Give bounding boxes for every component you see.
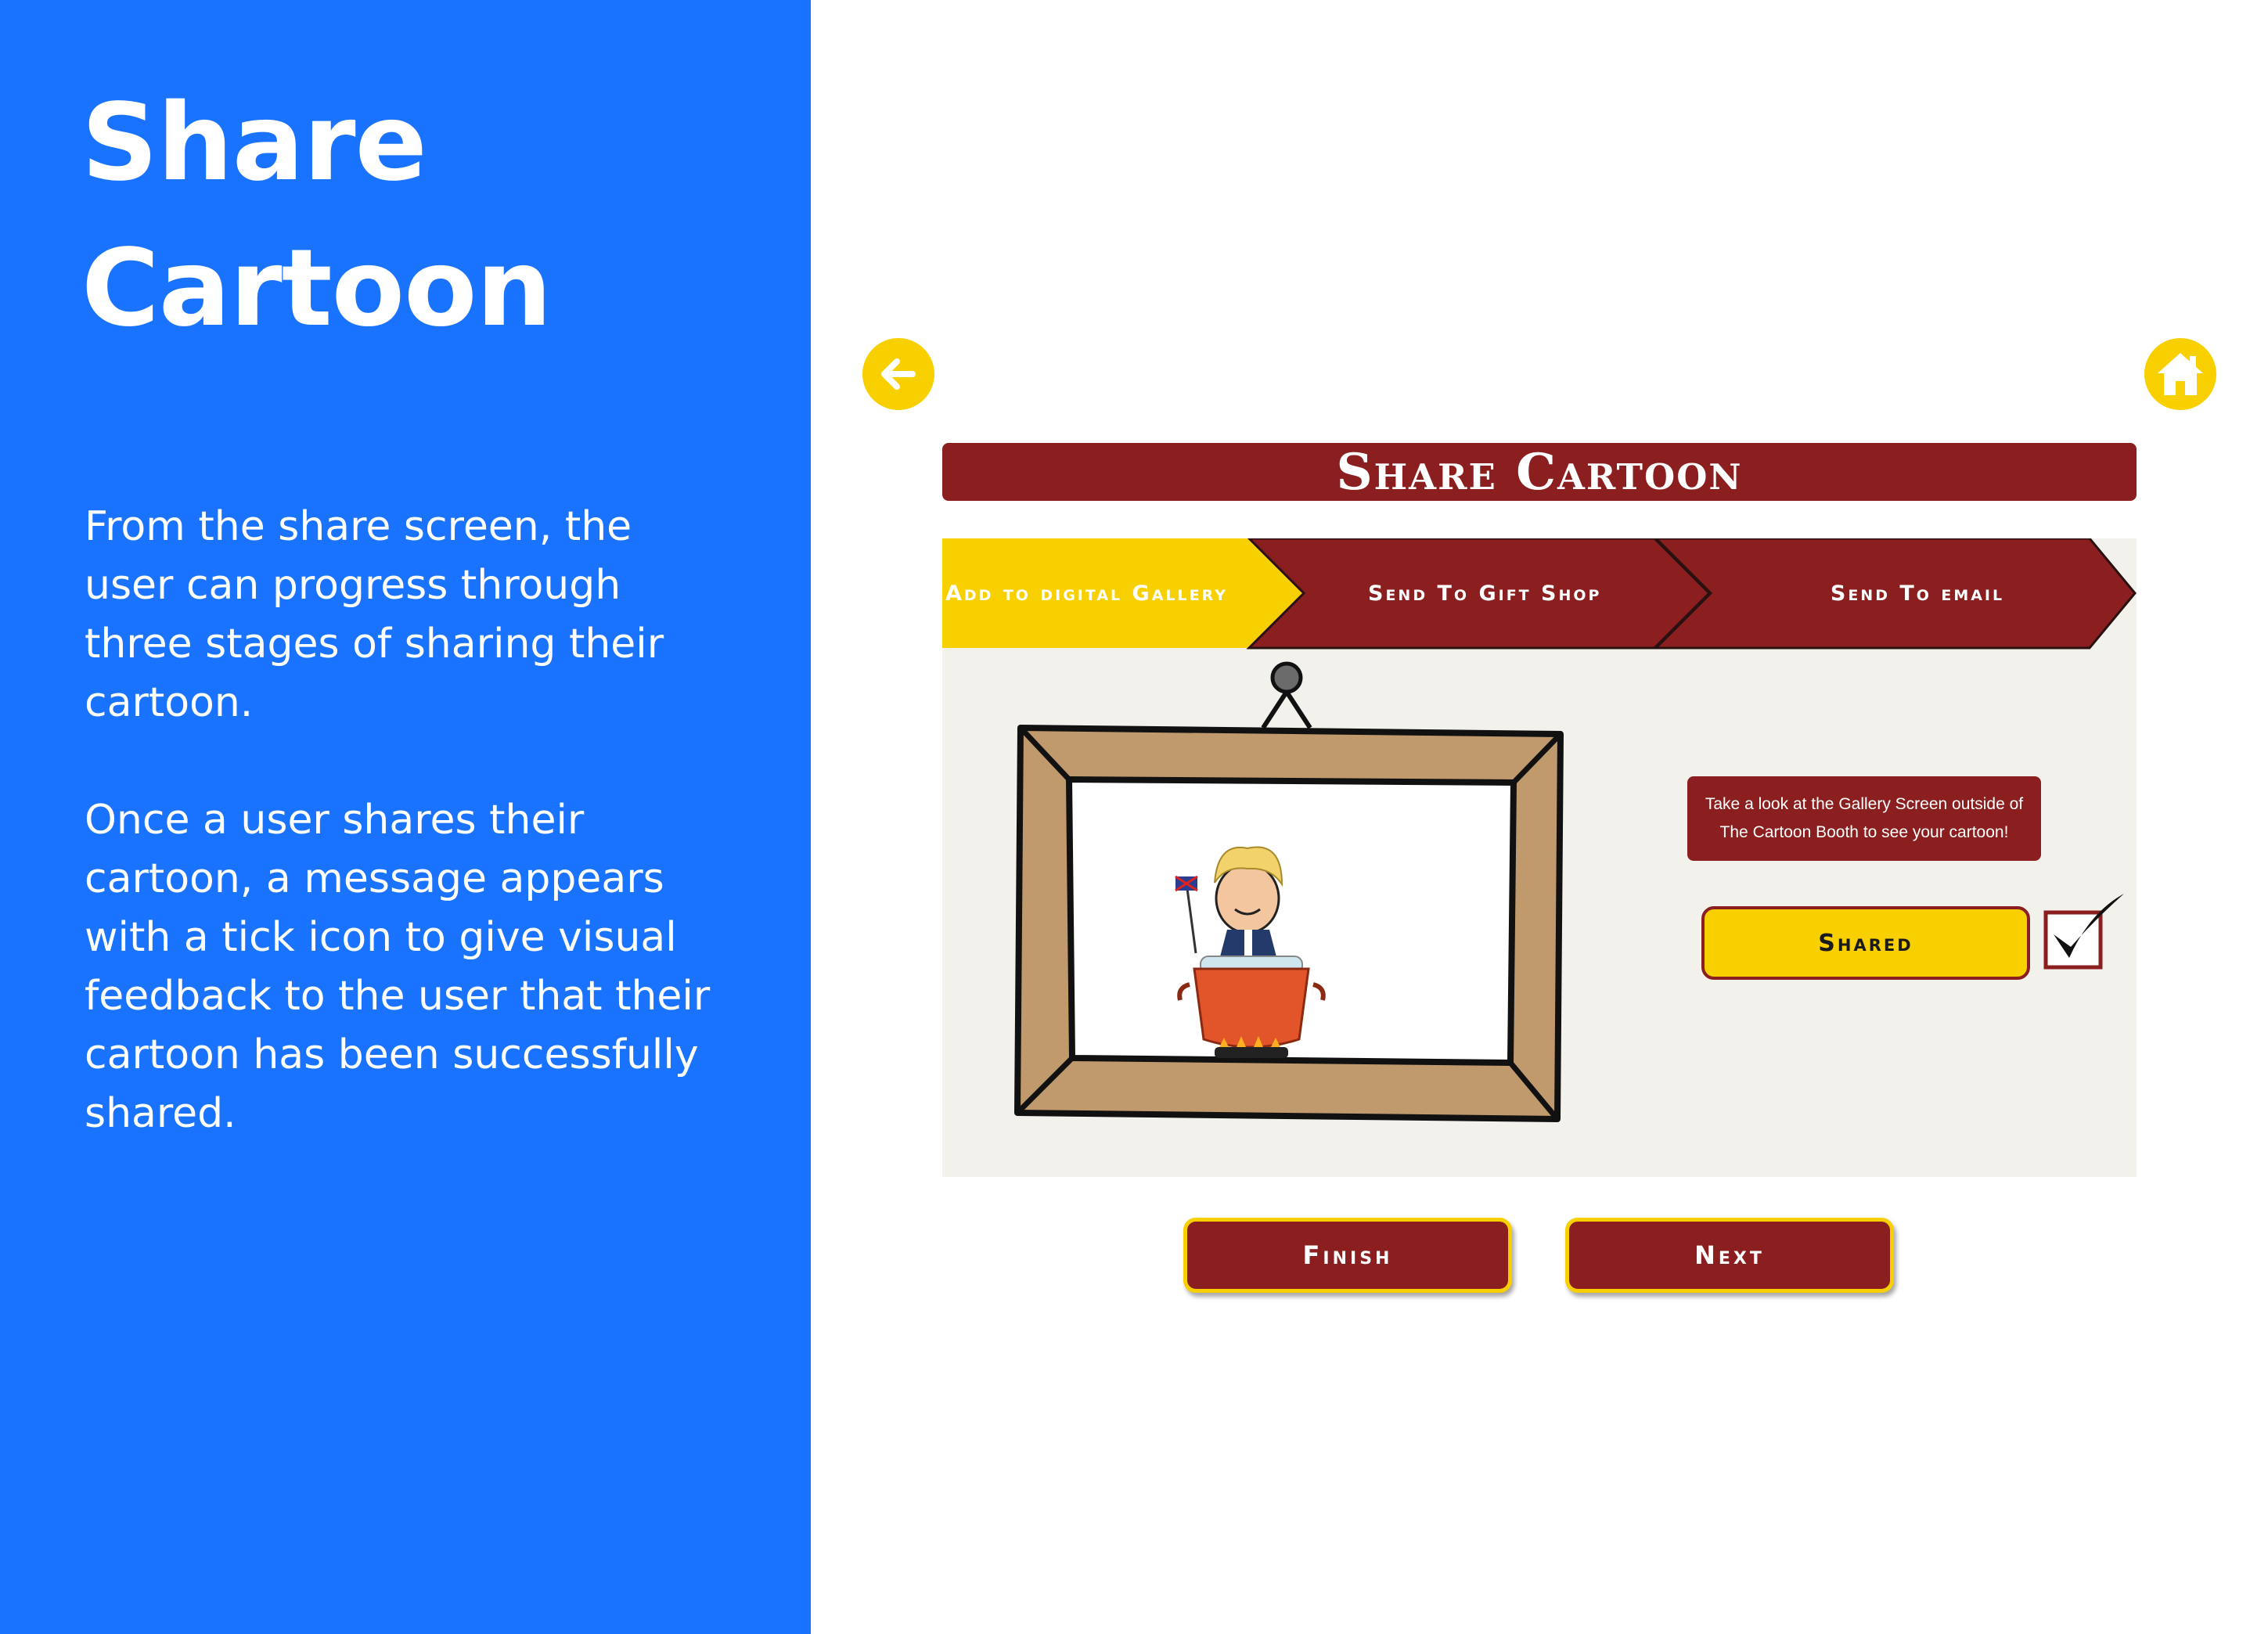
- shared-message-text: Take a look at the Gallery Screen outsid…: [1705, 795, 2024, 841]
- step-send-to-gift-shop[interactable]: Send To Gift Shop: [1368, 538, 1681, 648]
- step-add-to-gallery[interactable]: Add to digital Gallery: [945, 538, 1313, 648]
- panel-description: From the share screen, the user can prog…: [85, 498, 726, 1202]
- panel-title: Share Cartoon: [81, 70, 552, 362]
- shared-message: Take a look at the Gallery Screen outsid…: [1687, 776, 2041, 861]
- shared-button[interactable]: Shared: [1701, 906, 2030, 980]
- description-paragraph-1: From the share screen, the user can prog…: [85, 503, 664, 726]
- panel-title-line1: Share: [81, 81, 427, 205]
- share-stage-area: Add to digital Gallery Send To Gift Shop…: [942, 538, 2137, 1177]
- home-icon: [2158, 353, 2203, 395]
- arrow-left-icon: [881, 358, 916, 390]
- tick-checkbox[interactable]: [2043, 889, 2129, 975]
- next-button[interactable]: Next: [1565, 1218, 1894, 1293]
- cartoon-frame: [1014, 661, 1564, 1122]
- screen-title: Share Cartoon: [942, 443, 2137, 502]
- description-paragraph-2: Once a user shares their cartoon, a mess…: [85, 797, 711, 1137]
- step-send-to-email[interactable]: Send To email: [1761, 538, 2074, 648]
- description-panel: Share Cartoon From the share screen, the…: [0, 0, 811, 1634]
- home-button[interactable]: [2144, 338, 2216, 410]
- finish-button[interactable]: Finish: [1183, 1218, 1512, 1293]
- back-button[interactable]: [862, 338, 934, 410]
- panel-title-line2: Cartoon: [81, 227, 552, 351]
